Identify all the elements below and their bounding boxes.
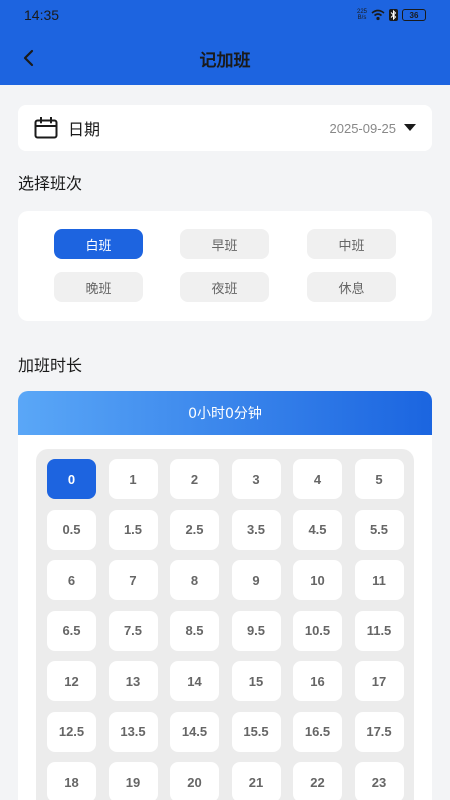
shift-section-label: 选择班次 [18, 174, 83, 193]
date-label: 日期 [68, 120, 101, 139]
shift-option[interactable]: 夜班 [180, 272, 269, 302]
shift-option[interactable]: 白班 [54, 229, 143, 259]
hour-option[interactable]: 8.5 [170, 610, 219, 651]
wifi-icon [371, 9, 385, 21]
hour-option[interactable]: 11.5 [354, 610, 404, 651]
shift-options-card: 白班 早班 中班晚班 夜班 休息 [18, 211, 432, 321]
hour-option[interactable]: 17.5 [354, 711, 404, 752]
hour-option[interactable]: 14.5 [170, 711, 219, 752]
hour-option[interactable]: 7.5 [108, 610, 158, 651]
duration-section-label: 加班时长 [18, 356, 83, 375]
hour-option[interactable]: 3.5 [231, 509, 281, 550]
date-selector[interactable]: 日期 2025-09-25 [18, 105, 432, 151]
hour-option[interactable]: 2.5 [170, 509, 219, 550]
hour-option[interactable]: 8 [170, 560, 219, 600]
hour-option[interactable]: 23 [354, 762, 404, 800]
hour-option[interactable]: 19 [108, 762, 158, 800]
bluetooth-icon [389, 9, 398, 21]
shift-option[interactable]: 晚班 [54, 272, 143, 302]
hour-option[interactable]: 3 [231, 459, 281, 499]
hour-grid: 0 1 2 3 4 5 0.5 1.5 2.5 3.5 4.5 5.5 6 7 8 9 10 11 6.5 7.5 8.… [36, 449, 414, 800]
hour-option[interactable]: 2 [170, 459, 219, 499]
hour-option[interactable]: 0.5 [47, 509, 96, 550]
shift-option[interactable]: 休息 [307, 272, 396, 302]
caret-down-icon [404, 124, 416, 131]
hour-option[interactable]: 9 [231, 560, 281, 600]
status-time: 14:35 [24, 7, 60, 23]
hour-option[interactable]: 12.5 [47, 711, 96, 752]
shift-option[interactable]: 中班 [307, 229, 396, 259]
hour-option[interactable]: 14 [170, 661, 219, 701]
hour-option[interactable]: 6 [47, 560, 96, 600]
hour-option[interactable]: 5 [354, 459, 404, 499]
header-bar: 14:35 225 B/s 36 记加班 [0, 0, 450, 85]
hour-option[interactable]: 1.5 [108, 509, 158, 550]
hour-option[interactable]: 20 [170, 762, 219, 800]
battery-icon: 36 [402, 9, 426, 21]
battery-level: 36 [409, 10, 419, 20]
hour-option[interactable]: 21 [231, 762, 281, 800]
status-bar: 14:35 225 B/s 36 [0, 0, 450, 30]
hour-option[interactable]: 16 [293, 661, 342, 701]
duration-summary: 0小时0分钟 [18, 391, 432, 435]
net-speed-unit: B/s [357, 15, 367, 21]
title-bar: 记加班 [0, 36, 450, 80]
hour-option[interactable]: 22 [293, 762, 342, 800]
status-icons: 225 B/s 36 [357, 9, 426, 21]
duration-panel: 0小时0分钟 0 1 2 3 4 5 0.5 1.5 2.5 3.5 4.5 5.5 6 7 8 9 10 11 6… [18, 391, 432, 800]
hour-option[interactable]: 12 [47, 661, 96, 701]
hour-option[interactable]: 7 [108, 560, 158, 600]
hour-option[interactable]: 1 [108, 459, 158, 499]
date-value: 2025-09-25 [329, 120, 397, 136]
calendar-icon [34, 117, 58, 139]
hour-option[interactable]: 4.5 [293, 509, 342, 550]
shift-option[interactable]: 早班 [180, 229, 269, 259]
hour-option[interactable]: 13.5 [108, 711, 158, 752]
hour-option[interactable]: 5.5 [354, 509, 404, 550]
hour-option[interactable]: 11 [354, 560, 404, 600]
hour-option[interactable]: 0 [47, 459, 96, 499]
date-value-wrap: 2025-09-25 [329, 120, 416, 136]
hour-option[interactable]: 10.5 [293, 610, 342, 651]
hour-option[interactable]: 15 [231, 661, 281, 701]
page-title: 记加班 [199, 51, 251, 71]
hour-option[interactable]: 15.5 [231, 711, 281, 752]
hour-option[interactable]: 18 [47, 762, 96, 800]
hour-option[interactable]: 17 [354, 661, 404, 701]
hour-option[interactable]: 16.5 [293, 711, 342, 752]
hour-option[interactable]: 13 [108, 661, 158, 701]
net-speed: 225 B/s [357, 9, 367, 21]
hour-option[interactable]: 10 [293, 560, 342, 600]
hour-option[interactable]: 9.5 [231, 610, 281, 651]
hour-option[interactable]: 4 [293, 459, 342, 499]
hour-option[interactable]: 6.5 [47, 610, 96, 651]
